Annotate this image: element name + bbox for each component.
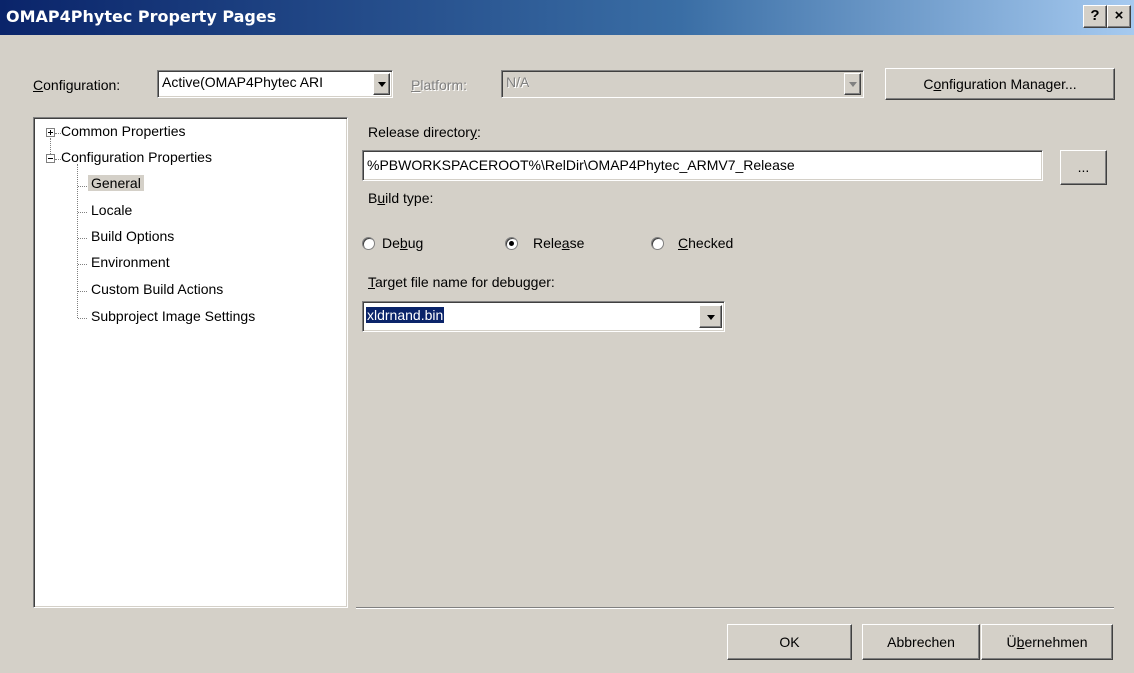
- target-file-value: xldrnand.bin: [364, 306, 446, 324]
- release-directory-value: %PBWORKSPACEROOT%\RelDir\OMAP4Phytec_ARM…: [367, 157, 795, 173]
- target-file-dropdown-arrow[interactable]: [699, 305, 722, 328]
- platform-dropdown-arrow: [844, 73, 861, 95]
- radio-checked[interactable]: [651, 237, 664, 250]
- tree-line: [78, 264, 87, 265]
- radio-checked-label[interactable]: Checked: [678, 235, 733, 251]
- configuration-dropdown-arrow[interactable]: [373, 73, 390, 95]
- radio-debug[interactable]: [362, 237, 375, 250]
- target-file-label: Target file name for debugger:: [368, 274, 555, 290]
- tree-item-environment[interactable]: Environment: [91, 254, 170, 270]
- tree-item-common-properties[interactable]: Common Properties: [61, 123, 186, 139]
- platform-combo: N/A: [501, 70, 864, 98]
- property-tree[interactable]: Common Properties Configuration Properti…: [33, 117, 348, 608]
- target-file-combo[interactable]: xldrnand.bin: [362, 301, 725, 332]
- configuration-combo[interactable]: Active(OMAP4Phytec ARI: [157, 70, 393, 98]
- tree-line: [78, 212, 87, 213]
- configuration-label: Configuration:: [33, 77, 121, 93]
- collapse-minus-icon[interactable]: [46, 154, 55, 163]
- tree-line: [77, 164, 78, 318]
- release-directory-label: Release directory:: [368, 124, 481, 140]
- close-button[interactable]: ×: [1107, 5, 1131, 28]
- tree-line: [78, 238, 87, 239]
- cancel-button[interactable]: Abbrechen: [862, 624, 980, 660]
- ok-button[interactable]: OK: [727, 624, 852, 660]
- configuration-manager-button[interactable]: Configuration Manager...: [885, 68, 1115, 100]
- tree-line: [78, 186, 87, 187]
- radio-release-label[interactable]: Release: [533, 235, 584, 251]
- tree-item-configuration-properties[interactable]: Configuration Properties: [61, 149, 212, 165]
- configuration-value: Active(OMAP4Phytec ARI: [162, 74, 324, 90]
- tree-line: [78, 291, 87, 292]
- radio-release[interactable]: [505, 237, 518, 250]
- release-directory-input[interactable]: %PBWORKSPACEROOT%\RelDir\OMAP4Phytec_ARM…: [362, 150, 1043, 181]
- tree-item-custom-build-actions[interactable]: Custom Build Actions: [91, 281, 223, 297]
- help-button[interactable]: ?: [1083, 5, 1107, 28]
- apply-button[interactable]: Übernehmen: [981, 624, 1113, 660]
- window-title: OMAP4Phytec Property Pages: [6, 7, 277, 26]
- tree-line: [78, 318, 87, 319]
- radio-debug-label[interactable]: Debug: [382, 235, 423, 251]
- chevron-down-icon: [706, 314, 715, 320]
- tree-item-general[interactable]: General: [88, 175, 144, 191]
- tree-item-locale[interactable]: Locale: [91, 202, 132, 218]
- title-bar[interactable]: OMAP4Phytec Property Pages ? ×: [0, 0, 1134, 35]
- browse-button[interactable]: ...: [1060, 150, 1107, 185]
- chevron-down-icon: [377, 82, 386, 87]
- build-type-label: Build type:: [368, 190, 434, 206]
- footer-separator: [356, 607, 1114, 609]
- platform-value: N/A: [506, 74, 530, 90]
- tree-item-build-options[interactable]: Build Options: [91, 228, 174, 244]
- platform-label: Platform:: [411, 77, 468, 93]
- expand-plus-icon[interactable]: [46, 128, 55, 137]
- chevron-down-icon: [848, 82, 857, 87]
- tree-item-subproject-image-settings[interactable]: Subproject Image Settings: [91, 308, 255, 324]
